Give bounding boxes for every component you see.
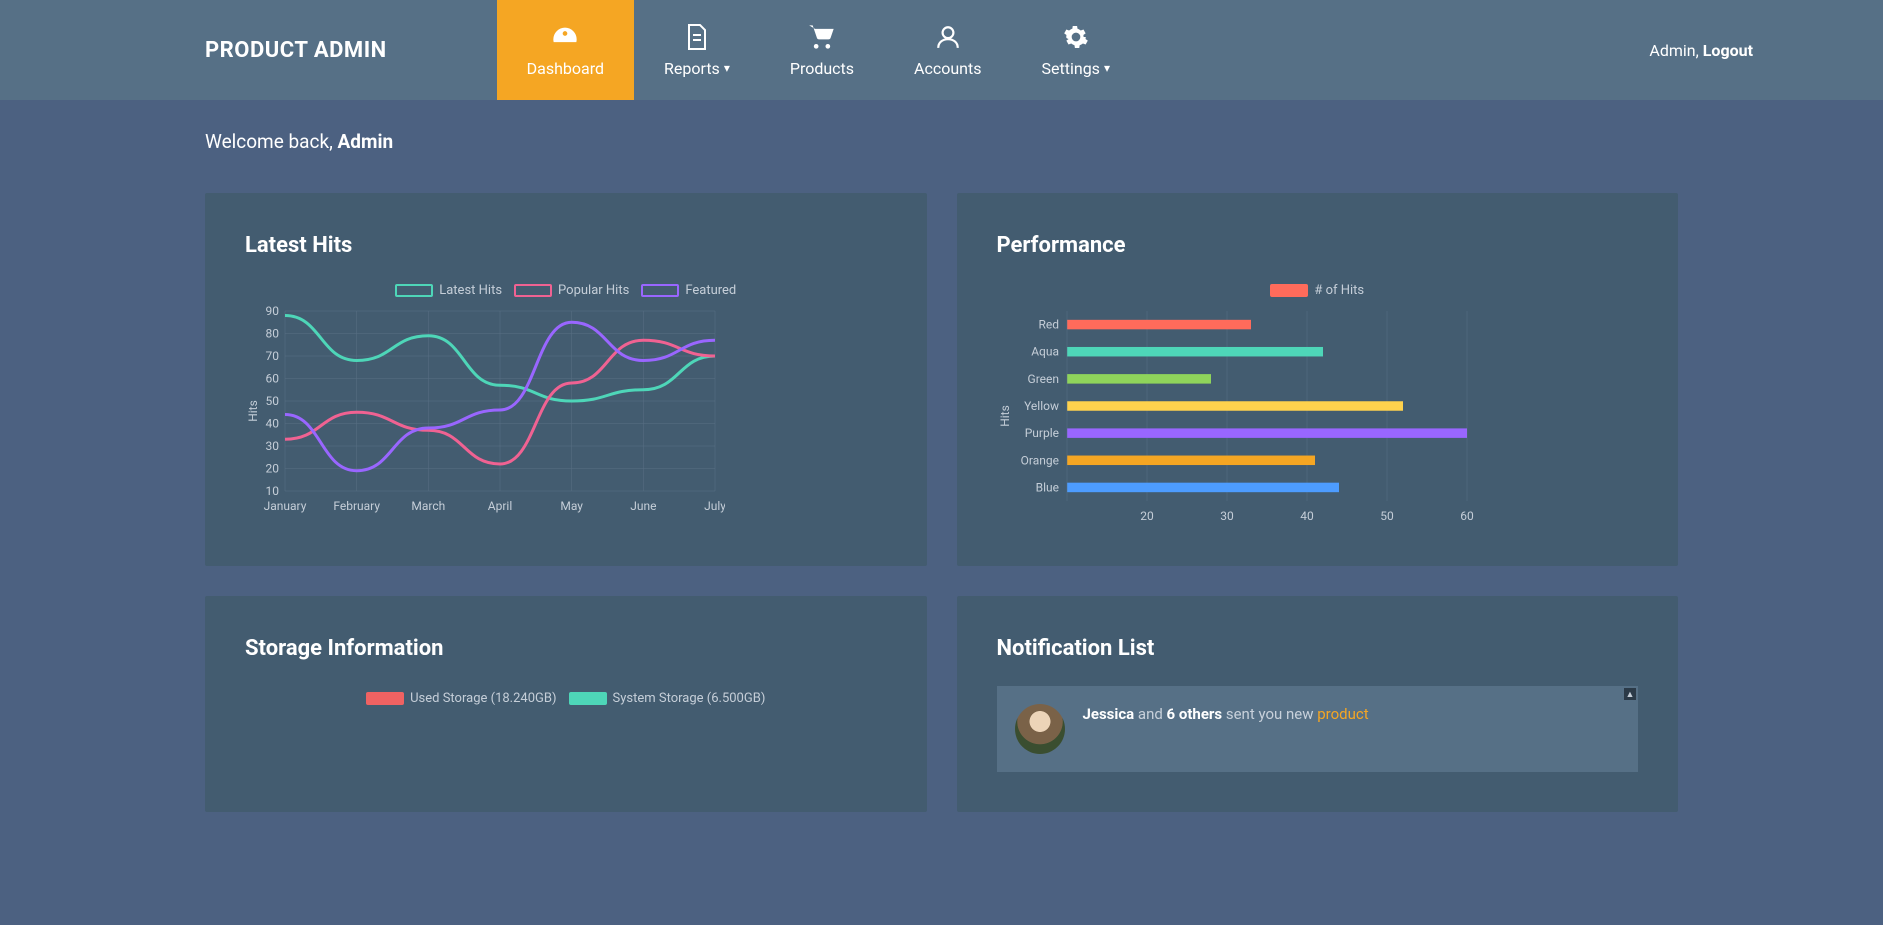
svg-text:Green: Green [1027,372,1058,386]
header: PRODUCT ADMIN Dashboard Reports ▾ Products… [0,0,1883,100]
legend-label: System Storage (6.500GB) [613,691,766,706]
scroll-up-icon[interactable]: ▲ [1624,688,1636,700]
legend-label: Latest Hits [439,283,502,298]
svg-text:Hits: Hits [998,405,1012,427]
svg-text:February: February [333,499,380,513]
svg-text:Purple: Purple [1024,426,1058,440]
legend-swatch [366,692,404,705]
user-icon [935,23,961,51]
notif-person: Jessica [1083,705,1135,723]
svg-text:20: 20 [266,462,280,476]
svg-text:30: 30 [1220,509,1234,523]
chevron-down-icon: ▾ [724,61,730,75]
avatar [1015,704,1065,754]
notification-item[interactable]: ▲ Jessica and 6 others sent you new prod… [997,686,1639,772]
svg-text:January: January [264,499,307,513]
svg-text:50: 50 [266,394,280,408]
svg-text:40: 40 [1300,509,1314,523]
brand-title: PRODUCT ADMIN [205,38,387,63]
legend-label: Used Storage (18.240GB) [410,691,556,706]
legend-swatch [514,284,552,297]
svg-text:90: 90 [266,306,280,318]
svg-text:April: April [488,499,512,513]
legend-label: # of Hits [1314,283,1364,298]
svg-text:10: 10 [266,484,280,498]
svg-text:Hits: Hits [246,400,260,422]
nav-label: Settings ▾ [1042,59,1110,78]
storage-panel: Storage Information Used Storage (18.240… [205,596,927,812]
legend-swatch [641,284,679,297]
nav-item-dashboard[interactable]: Dashboard [497,0,634,100]
svg-text:Red: Red [1038,318,1059,332]
nav-label: Accounts [914,59,981,78]
notifications-panel: Notification List ▲ Jessica and 6 others… [957,596,1679,812]
svg-text:60: 60 [1460,509,1474,523]
user-name: Admin [1649,41,1695,60]
logout-link[interactable]: Logout [1703,41,1753,60]
gear-icon [1063,23,1089,51]
notification-text: Jessica and 6 others sent you new produc… [1083,704,1369,725]
latest-hits-panel: Latest Hits Latest Hits Popular Hits Featu… [205,193,927,566]
file-icon [685,23,709,51]
legend-label: Featured [685,283,736,298]
svg-text:Yellow: Yellow [1024,399,1059,413]
svg-text:30: 30 [266,439,280,453]
nav-item-settings[interactable]: Settings ▾ [1012,0,1140,100]
nav-item-reports[interactable]: Reports ▾ [634,0,760,100]
legend-swatch [395,284,433,297]
gauge-icon [551,23,579,51]
storage-legend: Used Storage (18.240GB) System Storage (6… [245,691,887,706]
svg-text:July: July [704,499,725,513]
nav-label: Products [790,59,854,78]
line-chart: 10 20 30 40 50 60 70 80 90 January February March Ap… [245,306,725,516]
notif-text-2: sent you new [1222,705,1317,723]
main-nav: Dashboard Reports ▾ Products Accounts Settin… [497,0,1140,100]
panel-title: Storage Information [245,636,887,661]
legend-swatch [1270,284,1308,297]
svg-text:50: 50 [1380,509,1394,523]
svg-text:May: May [560,499,583,513]
svg-text:March: March [411,499,445,513]
svg-text:Orange: Orange [1020,453,1058,467]
panel-title: Latest Hits [245,233,887,258]
svg-text:60: 60 [266,372,280,386]
welcome-prefix: Welcome back, [205,130,338,153]
notif-others: 6 others [1167,705,1223,723]
nav-label: Reports ▾ [664,59,730,78]
legend-item[interactable]: System Storage (6.500GB) [569,691,766,706]
svg-text:20: 20 [1140,509,1154,523]
bar-chart-legend: # of Hits [997,283,1639,298]
nav-item-products[interactable]: Products [760,0,884,100]
svg-text:Blue: Blue [1035,480,1058,494]
notif-text-1: and [1134,705,1166,723]
svg-text:June: June [630,499,656,513]
nav-item-accounts[interactable]: Accounts [884,0,1011,100]
svg-text:Aqua: Aqua [1031,345,1059,359]
performance-panel: Performance # of Hits 20 30 40 50 60 Red Aqua G… [957,193,1679,566]
panel-title: Notification List [997,636,1639,661]
legend-item[interactable]: Popular Hits [514,283,629,298]
nav-label: Dashboard [527,59,604,78]
legend-item[interactable]: # of Hits [1270,283,1364,298]
chevron-down-icon: ▾ [1104,61,1110,75]
legend-swatch [569,692,607,705]
legend-label: Popular Hits [558,283,629,298]
legend-item[interactable]: Used Storage (18.240GB) [366,691,556,706]
line-chart-legend: Latest Hits Popular Hits Featured [245,283,887,298]
panel-title: Performance [997,233,1639,258]
svg-text:40: 40 [266,417,280,431]
notif-link[interactable]: product [1317,705,1368,723]
bar-chart: 20 30 40 50 60 Red Aqua Green Yellow Purple Orange… [997,306,1477,526]
user-area: Admin, Logout [1649,41,1883,60]
legend-item[interactable]: Featured [641,283,736,298]
welcome-text: Welcome back, Admin [205,130,1678,153]
svg-text:80: 80 [266,327,280,341]
legend-item[interactable]: Latest Hits [395,283,502,298]
welcome-name: Admin [338,130,394,153]
cart-icon [808,23,836,51]
svg-text:70: 70 [266,349,280,363]
